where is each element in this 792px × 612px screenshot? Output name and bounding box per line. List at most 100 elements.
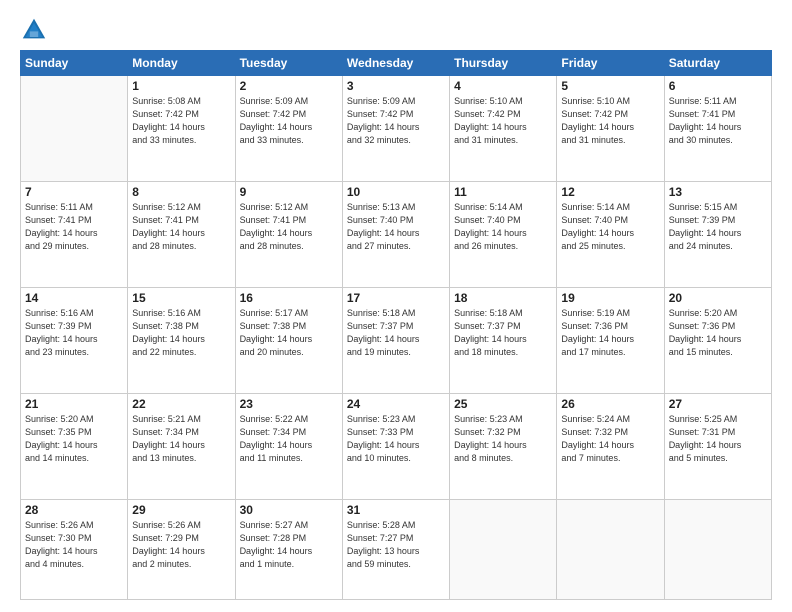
- header-row: SundayMondayTuesdayWednesdayThursdayFrid…: [21, 51, 772, 76]
- day-number: 18: [454, 291, 552, 305]
- day-cell: 15 Sunrise: 5:16 AM Sunset: 7:38 PM Dayli…: [128, 288, 235, 394]
- day-number: 26: [561, 397, 659, 411]
- day-number: 13: [669, 185, 767, 199]
- day-info: Sunrise: 5:10 AM Sunset: 7:42 PM Dayligh…: [454, 95, 552, 147]
- day-number: 2: [240, 79, 338, 93]
- day-cell: 14 Sunrise: 5:16 AM Sunset: 7:39 PM Dayli…: [21, 288, 128, 394]
- week-row-2: 14 Sunrise: 5:16 AM Sunset: 7:39 PM Dayli…: [21, 288, 772, 394]
- day-cell: 1 Sunrise: 5:08 AM Sunset: 7:42 PM Daylig…: [128, 76, 235, 182]
- header-cell-tuesday: Tuesday: [235, 51, 342, 76]
- day-number: 16: [240, 291, 338, 305]
- day-cell: 22 Sunrise: 5:21 AM Sunset: 7:34 PM Dayli…: [128, 394, 235, 500]
- day-number: 11: [454, 185, 552, 199]
- day-info: Sunrise: 5:08 AM Sunset: 7:42 PM Dayligh…: [132, 95, 230, 147]
- day-cell: 13 Sunrise: 5:15 AM Sunset: 7:39 PM Dayli…: [664, 182, 771, 288]
- day-cell: 28 Sunrise: 5:26 AM Sunset: 7:30 PM Dayli…: [21, 500, 128, 600]
- week-row-3: 21 Sunrise: 5:20 AM Sunset: 7:35 PM Dayli…: [21, 394, 772, 500]
- day-info: Sunrise: 5:11 AM Sunset: 7:41 PM Dayligh…: [669, 95, 767, 147]
- day-info: Sunrise: 5:09 AM Sunset: 7:42 PM Dayligh…: [347, 95, 445, 147]
- day-number: 5: [561, 79, 659, 93]
- day-number: 29: [132, 503, 230, 517]
- day-cell: 29 Sunrise: 5:26 AM Sunset: 7:29 PM Dayli…: [128, 500, 235, 600]
- header-cell-monday: Monday: [128, 51, 235, 76]
- day-info: Sunrise: 5:14 AM Sunset: 7:40 PM Dayligh…: [454, 201, 552, 253]
- day-cell: 9 Sunrise: 5:12 AM Sunset: 7:41 PM Daylig…: [235, 182, 342, 288]
- page: SundayMondayTuesdayWednesdayThursdayFrid…: [0, 0, 792, 612]
- day-cell: 18 Sunrise: 5:18 AM Sunset: 7:37 PM Dayli…: [450, 288, 557, 394]
- day-cell: 7Sunrise: 5:11 AM Sunset: 7:41 PM Daylig…: [21, 182, 128, 288]
- day-number: 28: [25, 503, 123, 517]
- day-info: Sunrise: 5:18 AM Sunset: 7:37 PM Dayligh…: [454, 307, 552, 359]
- day-number: 14: [25, 291, 123, 305]
- day-info: Sunrise: 5:16 AM Sunset: 7:39 PM Dayligh…: [25, 307, 123, 359]
- day-info: Sunrise: 5:12 AM Sunset: 7:41 PM Dayligh…: [240, 201, 338, 253]
- day-number: 25: [454, 397, 552, 411]
- day-info: Sunrise: 5:12 AM Sunset: 7:41 PM Dayligh…: [132, 201, 230, 253]
- day-info: Sunrise: 5:19 AM Sunset: 7:36 PM Dayligh…: [561, 307, 659, 359]
- day-number: 1: [132, 79, 230, 93]
- day-info: Sunrise: 5:25 AM Sunset: 7:31 PM Dayligh…: [669, 413, 767, 465]
- header-cell-friday: Friday: [557, 51, 664, 76]
- day-info: Sunrise: 5:15 AM Sunset: 7:39 PM Dayligh…: [669, 201, 767, 253]
- day-cell: 6 Sunrise: 5:11 AM Sunset: 7:41 PM Daylig…: [664, 76, 771, 182]
- day-info: Sunrise: 5:13 AM Sunset: 7:40 PM Dayligh…: [347, 201, 445, 253]
- day-number: 10: [347, 185, 445, 199]
- day-info: Sunrise: 5:09 AM Sunset: 7:42 PM Dayligh…: [240, 95, 338, 147]
- day-cell: 5 Sunrise: 5:10 AM Sunset: 7:42 PM Daylig…: [557, 76, 664, 182]
- day-cell: [450, 500, 557, 600]
- day-info: Sunrise: 5:23 AM Sunset: 7:33 PM Dayligh…: [347, 413, 445, 465]
- day-info: Sunrise: 5:28 AM Sunset: 7:27 PM Dayligh…: [347, 519, 445, 571]
- day-number: 12: [561, 185, 659, 199]
- header: [20, 16, 772, 44]
- day-cell: 24 Sunrise: 5:23 AM Sunset: 7:33 PM Dayli…: [342, 394, 449, 500]
- calendar-table: SundayMondayTuesdayWednesdayThursdayFrid…: [20, 50, 772, 600]
- header-cell-thursday: Thursday: [450, 51, 557, 76]
- day-number: 7: [25, 185, 123, 199]
- day-number: 8: [132, 185, 230, 199]
- day-cell: 3 Sunrise: 5:09 AM Sunset: 7:42 PM Daylig…: [342, 76, 449, 182]
- logo: [20, 16, 54, 44]
- logo-icon: [20, 16, 48, 44]
- day-number: 27: [669, 397, 767, 411]
- day-info: Sunrise: 5:21 AM Sunset: 7:34 PM Dayligh…: [132, 413, 230, 465]
- day-info: Sunrise: 5:10 AM Sunset: 7:42 PM Dayligh…: [561, 95, 659, 147]
- day-info: Sunrise: 5:20 AM Sunset: 7:36 PM Dayligh…: [669, 307, 767, 359]
- day-number: 15: [132, 291, 230, 305]
- day-number: 22: [132, 397, 230, 411]
- day-cell: 20Sunrise: 5:20 AM Sunset: 7:36 PM Dayli…: [664, 288, 771, 394]
- day-cell: 8 Sunrise: 5:12 AM Sunset: 7:41 PM Daylig…: [128, 182, 235, 288]
- day-number: 9: [240, 185, 338, 199]
- day-cell: 26Sunrise: 5:24 AM Sunset: 7:32 PM Dayli…: [557, 394, 664, 500]
- day-cell: 27 Sunrise: 5:25 AM Sunset: 7:31 PM Dayli…: [664, 394, 771, 500]
- header-cell-sunday: Sunday: [21, 51, 128, 76]
- day-cell: 21 Sunrise: 5:20 AM Sunset: 7:35 PM Dayli…: [21, 394, 128, 500]
- day-number: 31: [347, 503, 445, 517]
- day-info: Sunrise: 5:27 AM Sunset: 7:28 PM Dayligh…: [240, 519, 338, 571]
- day-number: 24: [347, 397, 445, 411]
- week-row-0: 1 Sunrise: 5:08 AM Sunset: 7:42 PM Daylig…: [21, 76, 772, 182]
- day-cell: [557, 500, 664, 600]
- day-number: 21: [25, 397, 123, 411]
- week-row-4: 28 Sunrise: 5:26 AM Sunset: 7:30 PM Dayli…: [21, 500, 772, 600]
- day-cell: 19 Sunrise: 5:19 AM Sunset: 7:36 PM Dayli…: [557, 288, 664, 394]
- day-cell: 16Sunrise: 5:17 AM Sunset: 7:38 PM Dayli…: [235, 288, 342, 394]
- day-number: 17: [347, 291, 445, 305]
- day-cell: 2 Sunrise: 5:09 AM Sunset: 7:42 PM Daylig…: [235, 76, 342, 182]
- day-info: Sunrise: 5:16 AM Sunset: 7:38 PM Dayligh…: [132, 307, 230, 359]
- day-number: 30: [240, 503, 338, 517]
- day-info: Sunrise: 5:26 AM Sunset: 7:29 PM Dayligh…: [132, 519, 230, 571]
- day-info: Sunrise: 5:20 AM Sunset: 7:35 PM Dayligh…: [25, 413, 123, 465]
- day-cell: 11 Sunrise: 5:14 AM Sunset: 7:40 PM Dayli…: [450, 182, 557, 288]
- day-cell: 17Sunrise: 5:18 AM Sunset: 7:37 PM Dayli…: [342, 288, 449, 394]
- day-number: 3: [347, 79, 445, 93]
- day-number: 19: [561, 291, 659, 305]
- day-cell: 25 Sunrise: 5:23 AM Sunset: 7:32 PM Dayli…: [450, 394, 557, 500]
- day-cell: [664, 500, 771, 600]
- day-cell: 12Sunrise: 5:14 AM Sunset: 7:40 PM Dayli…: [557, 182, 664, 288]
- header-cell-saturday: Saturday: [664, 51, 771, 76]
- day-number: 6: [669, 79, 767, 93]
- day-info: Sunrise: 5:23 AM Sunset: 7:32 PM Dayligh…: [454, 413, 552, 465]
- day-info: Sunrise: 5:22 AM Sunset: 7:34 PM Dayligh…: [240, 413, 338, 465]
- day-cell: [21, 76, 128, 182]
- day-info: Sunrise: 5:26 AM Sunset: 7:30 PM Dayligh…: [25, 519, 123, 571]
